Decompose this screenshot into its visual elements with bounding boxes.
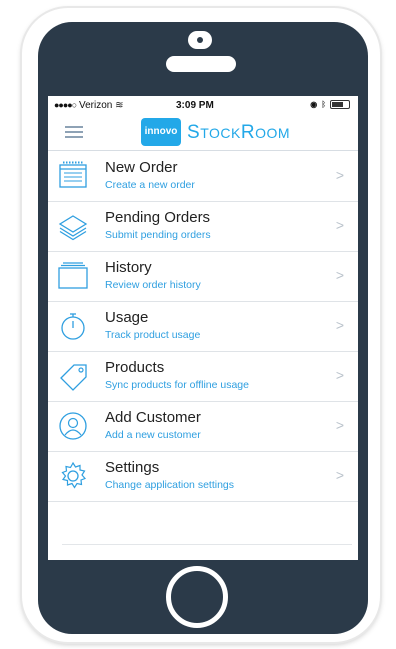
chevron-right-icon: >	[335, 317, 344, 333]
chevron-right-icon: >	[335, 167, 344, 183]
order-form-icon	[57, 161, 89, 191]
menu-item-label: Settings	[105, 459, 160, 476]
tag-icon	[57, 361, 89, 391]
menu-item-label: Add Customer	[105, 409, 201, 426]
menu-item-sublabel: Track product usage	[105, 329, 201, 341]
chevron-right-icon: >	[335, 267, 344, 283]
camera-icon	[188, 31, 212, 49]
footer-divider	[62, 544, 352, 545]
status-time: 3:09 PM	[176, 100, 214, 111]
menu-item-new-order[interactable]: New Order Create a new order >	[48, 152, 358, 202]
app-title: STOCKROOM	[187, 122, 291, 143]
menu-item-label: Pending Orders	[105, 209, 211, 226]
status-right: ◉ ᛒ	[310, 100, 350, 109]
menu-item-label: History	[105, 259, 152, 276]
menu-item-add-customer[interactable]: Add Customer Add a new customer >	[48, 402, 358, 452]
chevron-right-icon: >	[335, 417, 344, 433]
nav-bar: innovo STOCKROOM	[48, 114, 358, 151]
menu-item-history[interactable]: History Review order history >	[48, 252, 358, 302]
speaker-grille	[166, 56, 236, 72]
menu-item-sublabel: Sync products for offline usage	[105, 379, 249, 391]
menu-item-pending-orders[interactable]: Pending Orders Submit pending orders >	[48, 202, 358, 252]
chevron-right-icon: >	[335, 367, 344, 383]
menu-item-sublabel: Add a new customer	[105, 429, 201, 441]
bluetooth-icon: ᛒ	[321, 100, 326, 109]
battery-icon	[330, 100, 350, 109]
carrier-label: ●●●●○ Verizon ≋	[54, 100, 124, 111]
gear-icon	[57, 461, 89, 491]
stopwatch-icon	[57, 311, 89, 341]
menu-item-label: Usage	[105, 309, 149, 326]
user-icon	[57, 411, 89, 441]
alarm-icon: ◉	[310, 100, 318, 109]
menu-item-sublabel: Change application settings	[105, 479, 235, 491]
status-bar: ●●●●○ Verizon ≋ 3:09 PM ◉ ᛒ	[48, 96, 358, 114]
menu-item-usage[interactable]: Usage Track product usage >	[48, 302, 358, 352]
main-menu: New Order Create a new order > Pending O…	[48, 152, 358, 502]
hamburger-menu-icon[interactable]	[65, 126, 83, 138]
menu-item-products[interactable]: Products Sync products for offline usage…	[48, 352, 358, 402]
wifi-icon: ≋	[115, 100, 124, 111]
chevron-right-icon: >	[335, 217, 344, 233]
menu-item-label: Products	[105, 359, 165, 376]
innovo-logo: innovo	[141, 118, 181, 146]
folder-icon	[57, 261, 89, 291]
menu-item-settings[interactable]: Settings Change application settings >	[48, 452, 358, 502]
home-button[interactable]	[166, 566, 228, 628]
stack-icon	[57, 211, 89, 241]
chevron-right-icon: >	[335, 467, 344, 483]
menu-item-label: New Order	[105, 159, 178, 176]
phone-screen: ●●●●○ Verizon ≋ 3:09 PM ◉ ᛒ innovo STOCK…	[48, 96, 358, 560]
menu-item-sublabel: Submit pending orders	[105, 229, 211, 241]
menu-item-sublabel: Create a new order	[105, 179, 195, 191]
menu-item-sublabel: Review order history	[105, 279, 201, 291]
